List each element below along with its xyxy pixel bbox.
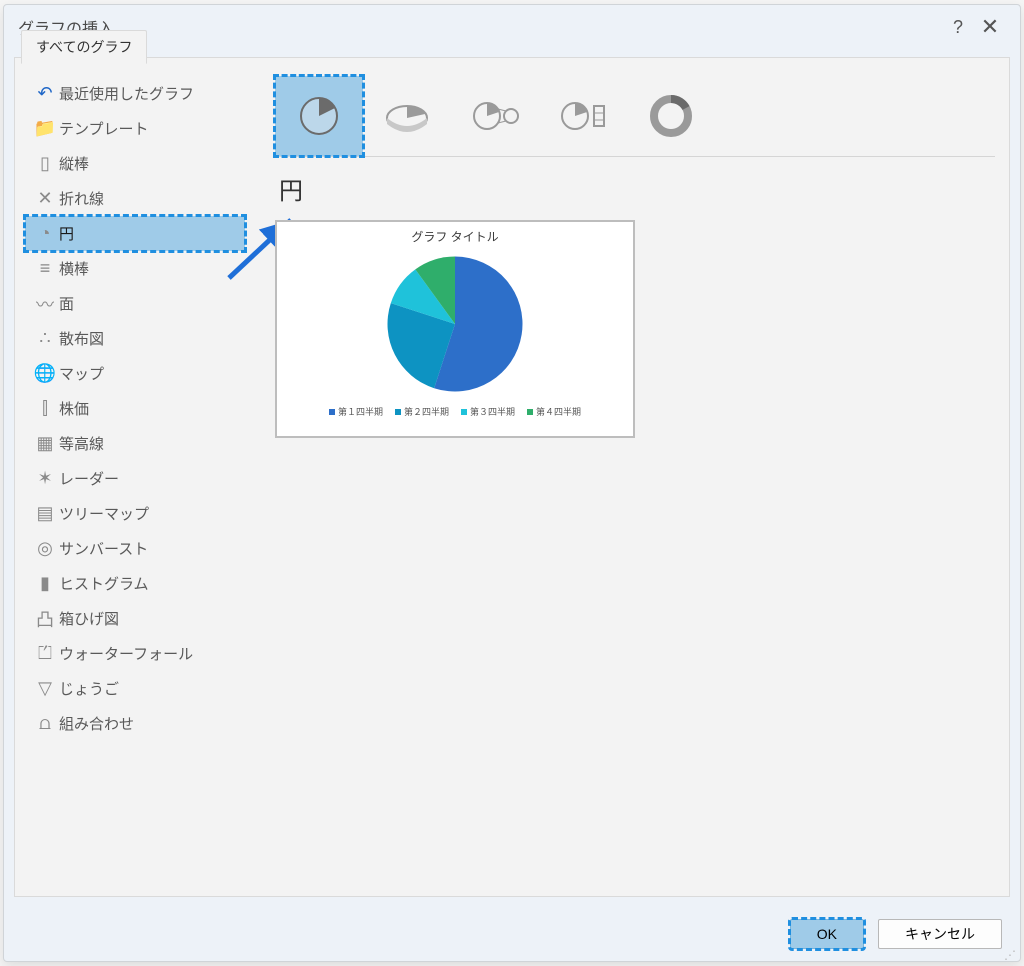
sidebar-item-16[interactable]: ⏍ウォーターフォール [25,636,245,671]
category-icon: ✶ [31,468,59,489]
category-label: 縦棒 [59,153,239,174]
category-icon: ▮ [31,573,59,594]
category-icon: ∴ [31,328,59,349]
bar-of-pie-icon [559,94,607,138]
chart-legend: 第１四半期第２四半期第３四半期第４四半期 [283,405,627,418]
category-label: ヒストグラム [59,573,239,594]
sidebar-item-10[interactable]: ▦等高線 [25,426,245,461]
category-label: 横棒 [59,258,239,279]
category-label: 箱ひげ図 [59,608,239,629]
category-label: ツリーマップ [59,503,239,524]
sidebar-item-15[interactable]: 凸箱ひげ図 [25,601,245,636]
category-icon: ⏍ [31,643,59,664]
category-icon: ▤ [31,503,59,524]
dialog-footer: OK キャンセル ⋰ [4,907,1020,961]
category-label: サンバースト [59,538,239,559]
sidebar-item-1[interactable]: 📁テンプレート [25,111,245,146]
sidebar-item-13[interactable]: ◎サンバースト [25,531,245,566]
category-icon: 🌐 [31,363,59,384]
category-icon: ◔ [31,223,59,244]
dialog-title: グラフの挿入 [18,15,942,39]
category-icon: ▦ [31,433,59,454]
tab-all-charts[interactable]: すべてのグラフ [21,30,147,64]
category-icon: ◎ [31,538,59,559]
sidebar-item-2[interactable]: ▯縦棒 [25,146,245,181]
chart-category-sidebar: ↶最近使用したグラフ📁テンプレート▯縦棒✕折れ線◔円≡横棒〰面∴散布図🌐マップ⫿… [25,76,245,741]
help-button[interactable]: ? [942,17,974,38]
main-panel: 円 グラフ タイトル 第１四半期第２四半期第３四半期第４四半期 [275,76,995,886]
category-icon: 凸 [31,606,59,632]
category-label: 面 [59,293,239,314]
legend-item: 第３四半期 [461,405,515,418]
category-icon: 〰 [31,291,59,317]
sidebar-item-18[interactable]: ⩍組み合わせ [25,706,245,741]
sidebar-item-3[interactable]: ✕折れ線 [25,181,245,216]
subtype-doughnut[interactable] [627,76,715,156]
category-label: 折れ線 [59,188,239,209]
section-title: 円 [279,171,995,206]
close-button[interactable]: ✕ [974,14,1006,40]
chart-subtype-row [275,76,995,157]
category-label: ウォーターフォール [59,643,239,664]
legend-item: 第２四半期 [395,405,449,418]
sidebar-item-12[interactable]: ▤ツリーマップ [25,496,245,531]
chart-preview[interactable]: グラフ タイトル 第１四半期第２四半期第３四半期第４四半期 [275,220,635,438]
category-icon: ≡ [31,258,59,279]
insert-chart-dialog: グラフの挿入 ? ✕ すべてのグラフ ↶最近使用したグラフ📁テンプレート▯縦棒✕… [3,4,1021,962]
category-icon: 📁 [31,118,59,139]
category-label: 円 [59,223,239,244]
category-label: 株価 [59,398,239,419]
sidebar-item-4[interactable]: ◔円 [25,216,245,251]
category-label: マップ [59,363,239,384]
sidebar-item-6[interactable]: 〰面 [25,286,245,321]
titlebar: グラフの挿入 ? ✕ [4,5,1020,49]
category-label: 散布図 [59,328,239,349]
sidebar-item-14[interactable]: ▮ヒストグラム [25,566,245,601]
category-icon: ▯ [31,153,59,174]
category-label: テンプレート [59,118,239,139]
pie-icon [295,94,343,138]
category-label: じょうご [59,678,239,699]
subtype-pie-of-pie[interactable] [451,76,539,156]
doughnut-icon [647,94,695,138]
sidebar-item-11[interactable]: ✶レーダー [25,461,245,496]
subtype-3d-pie[interactable] [363,76,451,156]
cancel-button[interactable]: キャンセル [878,919,1002,949]
category-label: 等高線 [59,433,239,454]
category-label: レーダー [59,468,239,489]
subtype-pie[interactable] [275,76,363,156]
legend-item: 第１四半期 [329,405,383,418]
category-label: 組み合わせ [59,713,239,734]
category-label: 最近使用したグラフ [59,83,239,104]
sidebar-item-7[interactable]: ∴散布図 [25,321,245,356]
dialog-body: すべてのグラフ ↶最近使用したグラフ📁テンプレート▯縦棒✕折れ線◔円≡横棒〰面∴… [14,57,1010,897]
chart-preview-title: グラフ タイトル [283,228,627,245]
pie-chart-icon [380,249,530,399]
sidebar-item-0[interactable]: ↶最近使用したグラフ [25,76,245,111]
subtype-bar-of-pie[interactable] [539,76,627,156]
category-icon: ↶ [31,83,59,104]
3d-pie-icon [383,94,431,138]
category-icon: ▽ [31,678,59,699]
pie-of-pie-icon [471,94,519,138]
ok-button[interactable]: OK [790,919,864,949]
sidebar-item-8[interactable]: 🌐マップ [25,356,245,391]
sidebar-item-9[interactable]: ⫿株価 [25,391,245,426]
category-icon: ⩍ [31,713,59,734]
category-icon: ⫿ [31,398,59,419]
sidebar-item-17[interactable]: ▽じょうご [25,671,245,706]
sidebar-item-5[interactable]: ≡横棒 [25,251,245,286]
resize-grip[interactable]: ⋰ [1004,951,1018,959]
legend-item: 第４四半期 [527,405,581,418]
category-icon: ✕ [31,188,59,209]
